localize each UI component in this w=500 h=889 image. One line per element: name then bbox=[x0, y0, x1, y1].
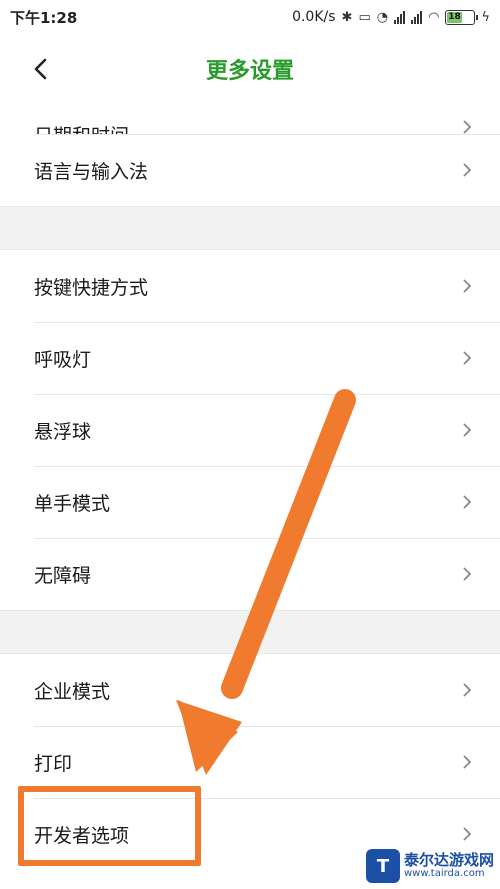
bluetooth-icon: ✱ bbox=[341, 9, 353, 25]
wifi-icon: ◠ bbox=[428, 9, 440, 25]
chevron-right-icon bbox=[463, 423, 472, 437]
status-icons: 0.0K/s ✱ ▭ ◔ ◠ 18 ϟ bbox=[292, 9, 490, 25]
chevron-right-icon bbox=[463, 495, 472, 509]
chevron-right-icon bbox=[463, 755, 472, 769]
settings-item-accessibility[interactable]: 无障碍 bbox=[0, 538, 500, 610]
watermark-url: www.tairda.com bbox=[403, 867, 485, 879]
signal-icon-2 bbox=[411, 10, 423, 24]
battery-icon: 18 bbox=[445, 9, 479, 25]
settings-item-label: 打印 bbox=[34, 752, 73, 775]
page-title: 更多设置 bbox=[205, 59, 294, 84]
settings-group-1: 日期和时间 语言与输入法 bbox=[0, 104, 500, 206]
signal-icon bbox=[394, 10, 406, 24]
settings-item-floating-ball[interactable]: 悬浮球 bbox=[0, 394, 500, 466]
alarm-icon: ◔ bbox=[376, 9, 389, 25]
settings-item-label: 单手模式 bbox=[34, 492, 111, 515]
chevron-right-icon bbox=[463, 120, 472, 134]
settings-item-date-time[interactable]: 日期和时间 bbox=[0, 104, 500, 134]
app-header: 更多设置 bbox=[0, 34, 500, 104]
watermark-logo: T bbox=[365, 849, 400, 883]
watermark-title: 泰尔达游戏网 bbox=[403, 850, 494, 869]
watermark: T 泰尔达游戏网 www.tairda.com bbox=[365, 849, 494, 883]
chevron-right-icon bbox=[463, 351, 472, 365]
status-time: 下午1:28 bbox=[10, 8, 78, 27]
chevron-right-icon bbox=[463, 567, 472, 581]
chevron-left-icon bbox=[34, 58, 47, 80]
settings-item-label: 按键快捷方式 bbox=[34, 276, 149, 299]
settings-item-enterprise-mode[interactable]: 企业模式 bbox=[0, 654, 500, 726]
settings-item-shortcuts[interactable]: 按键快捷方式 bbox=[0, 250, 500, 322]
settings-item-label: 企业模式 bbox=[34, 680, 111, 703]
chevron-right-icon bbox=[463, 683, 472, 697]
settings-item-language[interactable]: 语言与输入法 bbox=[0, 134, 500, 206]
chevron-right-icon bbox=[463, 163, 472, 177]
settings-item-label: 呼吸灯 bbox=[34, 348, 92, 371]
settings-item-label: 开发者选项 bbox=[34, 824, 130, 847]
settings-group-2: 按键快捷方式 呼吸灯 悬浮球 单手模式 无障碍 bbox=[0, 250, 500, 610]
settings-item-label: 语言与输入法 bbox=[34, 160, 149, 183]
settings-item-label: 无障碍 bbox=[34, 564, 92, 587]
net-speed: 0.0K/s bbox=[292, 9, 336, 25]
section-divider bbox=[0, 610, 500, 654]
hd-icon: ▭ bbox=[358, 9, 371, 25]
settings-item-one-handed[interactable]: 单手模式 bbox=[0, 466, 500, 538]
section-divider bbox=[0, 206, 500, 250]
settings-item-label: 悬浮球 bbox=[34, 420, 92, 443]
settings-item-label: 日期和时间 bbox=[34, 121, 129, 134]
status-bar: 下午1:28 0.0K/s ✱ ▭ ◔ ◠ 18 ϟ bbox=[0, 0, 500, 34]
battery-level: 18 bbox=[447, 11, 462, 23]
settings-item-notification-light[interactable]: 呼吸灯 bbox=[0, 322, 500, 394]
chevron-right-icon bbox=[463, 279, 472, 293]
charging-icon: ϟ bbox=[481, 9, 490, 25]
chevron-right-icon bbox=[463, 827, 472, 841]
back-button[interactable] bbox=[26, 52, 54, 86]
settings-group-3: 企业模式 打印 开发者选项 bbox=[0, 654, 500, 870]
settings-item-print[interactable]: 打印 bbox=[0, 726, 500, 798]
